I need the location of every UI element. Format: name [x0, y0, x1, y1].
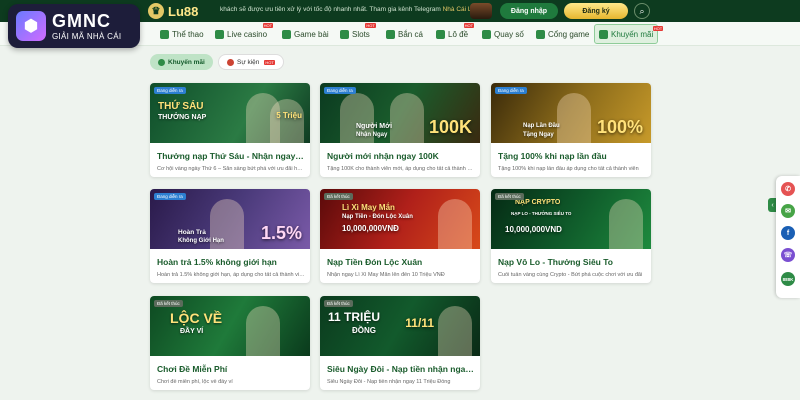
promo-banner: Nạp Lần Đầu Tặng Ngay 100% Đang diễn ra	[491, 83, 651, 143]
promo-banner: THỨ SÁU THƯỞNG NẠP 5 Triệu Đang diễn ra	[150, 83, 310, 143]
live-casino-icon	[215, 29, 224, 39]
card-description: Chơi đề miễn phí, lộc về đầy ví	[157, 379, 233, 385]
card-title: Nạp Tiền Đón Lộc Xuân	[327, 257, 423, 267]
search-icon[interactable]: ⌕	[634, 3, 650, 19]
promo-card[interactable]: NẠP CRYPTO NẠP LO - THƯỞNG SIÊU TO 10,00…	[491, 189, 651, 283]
hot-badge: HOT	[262, 23, 274, 28]
promo-tab-icon	[158, 58, 165, 66]
card-description: Cuối tuần vàng cùng Crypto - Bứt phá cuộ…	[498, 272, 643, 278]
nav-game-portal[interactable]: Cổng game	[536, 22, 589, 46]
card-description: Tặng 100% khi nạp lần đầu áp dụng cho tấ…	[498, 166, 639, 172]
watermark-title: GMNC	[52, 10, 111, 31]
crown-icon: ♛	[148, 3, 164, 19]
announcement-marquee: khách sẽ được ưu tiên xử lý với tốc độ n…	[220, 6, 491, 13]
facebook-icon[interactable]: f	[781, 226, 795, 240]
watermark-subtitle: GIẢI MÃ NHÀ CÁI	[52, 31, 122, 41]
nav-slots[interactable]: Slots HOT	[340, 22, 376, 46]
lottery-icon	[436, 29, 445, 39]
slots-icon	[340, 29, 349, 39]
register-button[interactable]: Đăng ký	[564, 3, 628, 19]
chat-icon[interactable]: ✉	[781, 204, 795, 218]
card-description: Nhận ngay Lì Xì May Mắn lên đến 10 Triệu…	[327, 272, 445, 278]
tab-promotions[interactable]: Khuyến mãi	[150, 54, 213, 70]
card-description: Cơ hội vàng ngày Thứ 6 – Sẵn sàng bứt ph…	[157, 166, 305, 172]
hot-badge: HOT	[652, 26, 664, 31]
gamepad-icon	[536, 29, 545, 39]
gift-icon	[599, 29, 608, 39]
hot-badge: HOT	[463, 23, 475, 28]
card-title: Thưởng nạp Thứ Sáu - Nhận ngay 5 triệu	[157, 151, 305, 161]
nav-promotions[interactable]: Khuyến mãi HOT	[594, 24, 664, 44]
sports-icon	[160, 29, 169, 39]
fish-icon	[386, 29, 395, 39]
event-tab-icon	[227, 58, 234, 66]
login-button[interactable]: Đăng nhập	[500, 3, 558, 19]
promo-card[interactable]: Người Mới Nhận Ngay 100K Đang diễn ra Ng…	[320, 83, 480, 177]
promo-card[interactable]: 11 TRIỆU ĐỒNG 11/11 Đã kết thúc Siêu Ngà…	[320, 296, 480, 390]
card-title: Siêu Ngày Đôi - Nạp tiền nhận ngay 11 Tr…	[327, 364, 475, 374]
nav-lottery[interactable]: Lô đề HOT	[436, 22, 475, 46]
status-badge: Đã kết thúc	[495, 193, 524, 200]
promo-banner: NẠP CRYPTO NẠP LO - THƯỞNG SIÊU TO 10,00…	[491, 189, 651, 249]
logo-text: Lu88	[168, 3, 199, 19]
promo-banner: Người Mới Nhận Ngay 100K Đang diễn ra	[320, 83, 480, 143]
promo-card[interactable]: LỘC VỀ ĐẦY VÍ Đã kết thúc Chơi Đề Miễn P…	[150, 296, 310, 390]
card-title: Chơi Đề Miễn Phí	[157, 364, 228, 374]
status-badge: Đã kết thúc	[154, 300, 183, 307]
hot-badge: HOT	[264, 59, 275, 65]
draw-icon	[482, 29, 491, 39]
promo-banner: Lì Xì May Mắn Nạp Tiền - Đón Lộc Xuân 10…	[320, 189, 480, 249]
promo-card[interactable]: Hoàn Trả Không Giới Hạn 1.5% Đang diễn r…	[150, 189, 310, 283]
marquee-text: khách sẽ được ưu tiên xử lý với tốc độ n…	[220, 6, 441, 13]
card-title: Hoàn trả 1.5% không giới hạn	[157, 257, 277, 267]
status-badge: Đang diễn ra	[324, 87, 356, 94]
nav-fishing[interactable]: Bắn cá	[386, 22, 423, 46]
cards-icon	[282, 29, 291, 39]
viber-icon[interactable]: ☏	[781, 248, 795, 262]
card-description: Hoàn trả 1.5% không giới hạn, áp dụng ch…	[157, 272, 305, 278]
contact-rail: ✆ ✉ f ☏ 888K	[776, 176, 800, 298]
card-description: Siêu Ngày Đôi - Nạp tiền nhận ngay 11 Tr…	[327, 379, 451, 385]
promo-badge-icon[interactable]: 888K	[781, 272, 795, 286]
card-description: Tặng 100K cho thành viên mới, áp dụng ch…	[327, 166, 475, 172]
phone-icon[interactable]: ✆	[781, 182, 795, 196]
status-badge: Đã kết thúc	[324, 193, 353, 200]
card-title: Nạp Vô Lo - Thưởng Siêu To	[498, 257, 613, 267]
nav-number-draw[interactable]: Quay số	[482, 22, 524, 46]
card-title: Người mới nhận ngay 100K	[327, 151, 439, 161]
nav-sports[interactable]: Thể thao	[160, 22, 204, 46]
promo-banner: LỘC VỀ ĐẦY VÍ Đã kết thúc	[150, 296, 310, 356]
watermark-logo: ⬢ GMNC GIẢI MÃ NHÀ CÁI	[8, 4, 140, 48]
promo-banner: 11 TRIỆU ĐỒNG 11/11 Đã kết thúc	[320, 296, 480, 356]
status-badge: Đang diễn ra	[154, 87, 186, 94]
promo-card[interactable]: Lì Xì May Mắn Nạp Tiền - Đón Lộc Xuân 10…	[320, 189, 480, 283]
nav-live-casino[interactable]: Live casino HOT	[215, 22, 274, 46]
tab-events[interactable]: Sự kiện HOT	[218, 54, 284, 70]
site-logo[interactable]: ♛ Lu88	[148, 3, 198, 19]
status-badge: Đã kết thúc	[324, 300, 353, 307]
promo-avatar[interactable]	[470, 3, 492, 19]
promo-card[interactable]: THỨ SÁU THƯỞNG NẠP 5 Triệu Đang diễn ra …	[150, 83, 310, 177]
promo-banner: Hoàn Trả Không Giới Hạn 1.5% Đang diễn r…	[150, 189, 310, 249]
status-badge: Đang diễn ra	[154, 193, 186, 200]
hot-badge: HOT	[365, 23, 376, 28]
promo-card[interactable]: Nạp Lần Đầu Tặng Ngay 100% Đang diễn ra …	[491, 83, 651, 177]
status-badge: Đang diễn ra	[495, 87, 527, 94]
nav-card-games[interactable]: Game bài	[282, 22, 329, 46]
cube-logo-icon: ⬢	[16, 11, 46, 41]
card-title: Tặng 100% khi nạp lần đầu	[498, 151, 607, 161]
